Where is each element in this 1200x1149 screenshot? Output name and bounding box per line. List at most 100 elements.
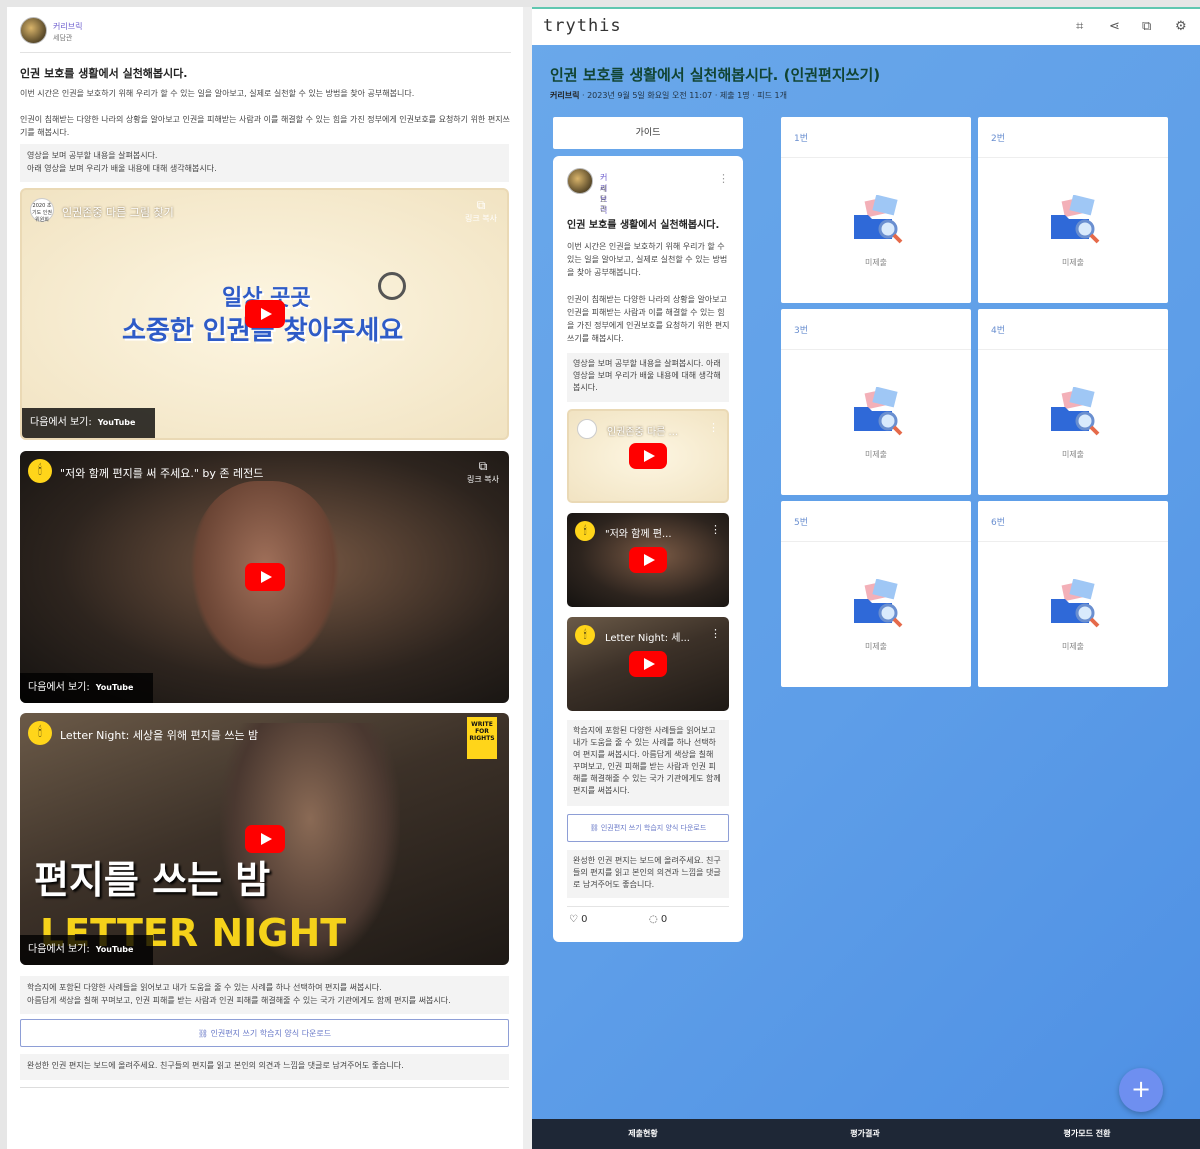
- video-embed-3[interactable]: 🕯 Letter Night: 세상을 위해 편지를 쓰는 밤 WRITE FO…: [20, 713, 509, 965]
- video-title[interactable]: Letter Night: 세...: [605, 629, 690, 644]
- more-icon[interactable]: ⋮: [718, 172, 729, 185]
- play-button[interactable]: [629, 651, 667, 677]
- cell-status: 미제출: [864, 450, 888, 459]
- cell-divider: [781, 157, 971, 158]
- play-button[interactable]: [244, 300, 285, 328]
- board-meta: 커리브릭 · 2023년 9월 5일 화요일 오전 11:07 · 제출 1명 …: [550, 90, 787, 101]
- cell-divider: [781, 541, 971, 542]
- guide-video-2[interactable]: 🕯 "저와 함께 편... ⋮: [567, 513, 729, 607]
- play-button[interactable]: [244, 825, 285, 853]
- tab-evaluation-results[interactable]: 평가결과: [754, 1119, 976, 1149]
- share-icon[interactable]: ⋖: [1109, 19, 1120, 34]
- copy-link-button[interactable]: ⧉ 링크 복사: [465, 198, 497, 224]
- post-header: 커리브릭 세담관: [20, 17, 511, 53]
- qr-scan-icon[interactable]: ⌗: [1076, 19, 1083, 34]
- guide-download-button[interactable]: ⛓ 인권편지 쓰기 학습지 양식 다운로드: [567, 814, 729, 842]
- video-embed-2[interactable]: 🕯 "저와 함께 편지를 써 주세요." by 존 레전드 ⧉ 링크 복사 다음에…: [20, 451, 509, 703]
- tab-submission-status[interactable]: 제출현황: [532, 1119, 754, 1149]
- amnesty-logo[interactable]: 🕯: [28, 459, 52, 483]
- magnifier-icon: [378, 272, 406, 300]
- copy-icon: ⧉: [478, 459, 488, 473]
- watch-on-label: 다음에서 보기:: [28, 682, 90, 693]
- submission-cell-6[interactable]: 6번 미제출: [978, 501, 1168, 687]
- watch-on-youtube[interactable]: 다음에서 보기: YouTube: [20, 673, 153, 703]
- like-button[interactable]: ♡ 0: [569, 914, 588, 925]
- empty-folder-icon: [854, 195, 903, 244]
- amnesty-logo[interactable]: 🕯: [28, 721, 52, 745]
- submission-cell-1[interactable]: 1번 미제출: [781, 117, 971, 303]
- guide-video-1[interactable]: 인권존중 다른 ... ⋮: [567, 409, 729, 503]
- cell-status: 미제출: [864, 642, 888, 651]
- panel-resizer[interactable]: [523, 7, 532, 1149]
- brand-logo[interactable]: trythis: [543, 16, 622, 36]
- play-button[interactable]: [629, 443, 667, 469]
- cell-label: 6번: [991, 518, 1006, 528]
- cell-label: 3번: [794, 326, 809, 336]
- cell-status: 미제출: [1061, 642, 1085, 651]
- comment-count: 0: [660, 914, 668, 925]
- watch-on-youtube[interactable]: 다음에서 보기: YouTube: [20, 935, 153, 965]
- channel-logo[interactable]: 2020 초기도 인권위원회: [30, 198, 54, 223]
- youtube-logo: YouTube: [97, 418, 136, 427]
- settings-icon[interactable]: ⚙: [1175, 19, 1187, 34]
- play-button[interactable]: [629, 547, 667, 573]
- board-meta-info: · 2023년 9월 5일 화요일 오전 11:07 · 제출 1명 · 피드 …: [582, 91, 787, 100]
- guide-video-3[interactable]: 🕯 Letter Night: 세... ⋮: [567, 617, 729, 711]
- info-box-3: 완성한 인권 편지는 보드에 올려주세요. 친구들의 편지를 읽고 본인의 의견…: [20, 1054, 509, 1080]
- watch-on-youtube[interactable]: 다음에서 보기: YouTube: [22, 408, 155, 438]
- video-title[interactable]: "저와 함께 편지를 써 주세요." by 존 레전드: [60, 465, 263, 481]
- empty-folder-icon: [854, 579, 903, 628]
- cell-label: 5번: [794, 518, 809, 528]
- author-name[interactable]: 커리브릭: [53, 21, 82, 32]
- author-avatar[interactable]: [20, 17, 47, 44]
- youtube-logo: YouTube: [95, 945, 134, 954]
- cell-label: 4번: [991, 326, 1006, 336]
- copy-link-label: 링크 복사: [467, 475, 499, 484]
- cell-status: 미제출: [1061, 450, 1085, 459]
- download-worksheet-button[interactable]: ⛓ 인권편지 쓰기 학습지 양식 다운로드: [20, 1019, 509, 1047]
- like-count: 0: [581, 914, 588, 925]
- tab-evaluation-mode[interactable]: 평가모드 전환: [976, 1119, 1198, 1149]
- empty-folder-icon: [854, 387, 903, 436]
- post-paragraph-1: 이번 시간은 인권을 보호하기 위해 우리가 할 수 있는 일을 알아보고, 실…: [20, 89, 415, 98]
- copy-link-button[interactable]: ⧉ 링크 복사: [467, 459, 499, 485]
- video-title[interactable]: 인권존중 다른 ...: [607, 423, 678, 438]
- bottom-tab-bar: 제출현황 평가결과 평가모드 전환: [532, 1119, 1200, 1149]
- cell-label: 1번: [794, 134, 809, 144]
- heart-icon: ♡: [569, 914, 578, 925]
- more-icon[interactable]: ⋮: [708, 421, 719, 434]
- comment-button[interactable]: ◌ 0: [649, 914, 667, 925]
- top-bar: trythis ⌗ ⋖ ⧉ ⚙: [532, 7, 1200, 45]
- submission-cell-4[interactable]: 4번 미제출: [978, 309, 1168, 495]
- more-icon[interactable]: ⋮: [710, 523, 721, 536]
- info-box-1: 영상을 보며 공부할 내용을 살펴봅시다. 아래 영상을 보며 우리가 배울 내…: [20, 144, 509, 182]
- submission-cell-5[interactable]: 5번 미제출: [781, 501, 971, 687]
- right-board-panel: trythis ⌗ ⋖ ⧉ ⚙ 인권 보호를 생활에서 실천해봅시다. (인권편…: [532, 7, 1200, 1149]
- guide-info-box-3: 완성한 인권 편지는 보드에 올려주세요. 친구들의 편지를 읽고 본인의 의견…: [567, 850, 729, 898]
- cell-status: 미제출: [864, 258, 888, 267]
- add-post-button[interactable]: +: [1119, 1068, 1163, 1112]
- video-embed-1[interactable]: 2020 초기도 인권위원회 인권존중 다른 그림 찾기 ⧉ 링크 복사 일상 곳…: [20, 188, 509, 440]
- comment-icon: ◌: [649, 914, 658, 925]
- video-title[interactable]: 인권존중 다른 그림 찾기: [62, 204, 174, 220]
- copy-icon[interactable]: ⧉: [1142, 19, 1151, 34]
- amnesty-logo[interactable]: 🕯: [575, 521, 595, 541]
- copy-icon: ⧉: [476, 198, 486, 212]
- play-button[interactable]: [244, 563, 285, 591]
- submission-cell-2[interactable]: 2번 미제출: [978, 117, 1168, 303]
- submission-cell-3[interactable]: 3번 미제출: [781, 309, 971, 495]
- channel-logo[interactable]: [577, 419, 597, 439]
- empty-folder-icon: [1051, 195, 1100, 244]
- cell-divider: [978, 349, 1168, 350]
- cell-divider: [781, 349, 971, 350]
- empty-folder-icon: [1051, 387, 1100, 436]
- video-title[interactable]: "저와 함께 편...: [605, 525, 672, 540]
- empty-folder-icon: [1051, 579, 1100, 628]
- cell-divider: [978, 541, 1168, 542]
- video-title[interactable]: Letter Night: 세상을 위해 편지를 쓰는 밤: [60, 727, 258, 743]
- cell-label: 2번: [991, 134, 1006, 144]
- more-icon[interactable]: ⋮: [710, 627, 721, 640]
- guide-button[interactable]: 가이드: [553, 117, 743, 149]
- author-avatar[interactable]: [567, 168, 593, 194]
- amnesty-logo[interactable]: 🕯: [575, 625, 595, 645]
